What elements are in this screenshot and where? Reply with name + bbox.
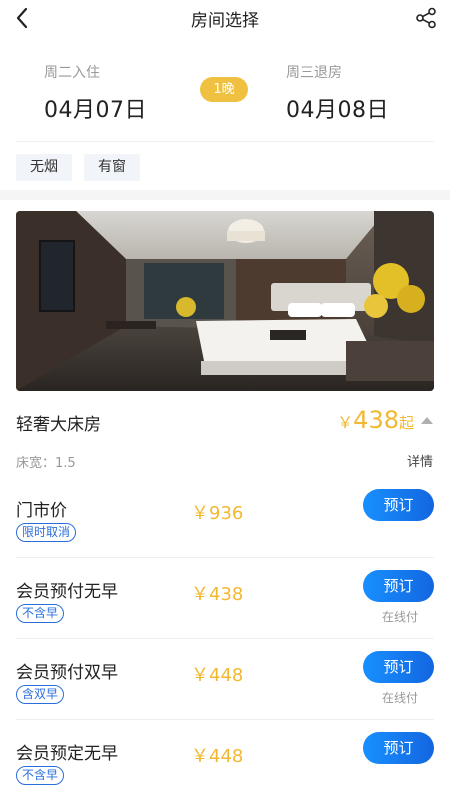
divider xyxy=(16,557,434,558)
rate-badge: 限时取消 xyxy=(16,523,77,542)
page-title: 房间选择 xyxy=(191,11,259,31)
payment-method: 在线付 xyxy=(381,610,418,624)
checkin-date[interactable]: 周二入住 04月07日 xyxy=(44,62,147,124)
filter-tag-window[interactable]: 有窗 xyxy=(84,154,140,181)
book-button[interactable]: 预订 xyxy=(363,651,434,683)
divider xyxy=(16,141,434,142)
collapse-caret-icon[interactable] xyxy=(421,417,433,424)
bed-width: 床宽：1.5 xyxy=(16,456,76,471)
details-link[interactable]: 详情 xyxy=(407,451,433,470)
section-divider xyxy=(0,190,450,200)
checkout-label: 周三退房 xyxy=(286,65,342,81)
room-price-value: 438 xyxy=(353,406,399,434)
room-price: ￥438起 xyxy=(337,406,414,434)
rate-name: 会员预付无早 xyxy=(16,582,118,602)
share-icon[interactable] xyxy=(412,4,440,32)
rate-name: 门市价 xyxy=(16,501,67,521)
checkin-value: 04月07日 xyxy=(44,98,147,123)
rate-name: 会员预付双早 xyxy=(16,663,118,683)
divider xyxy=(16,638,434,639)
rate-row: 会员预付双早 含双早 ￥448 预订 在线付 xyxy=(0,640,450,720)
date-selector[interactable]: 周二入住 04月07日 1晚 周三退房 04月08日 xyxy=(0,38,450,142)
checkout-value: 04月08日 xyxy=(286,98,389,123)
nav-bar: 房间选择 xyxy=(0,0,450,38)
rate-badge: 含双早 xyxy=(16,685,65,704)
rate-price: ￥936 xyxy=(191,503,244,524)
rate-row: 门市价 限时取消 ￥936 预订 xyxy=(0,478,450,558)
rate-price: ￥438 xyxy=(191,584,244,605)
room-name: 轻奢大床房 xyxy=(16,415,101,435)
rate-price: ￥448 xyxy=(191,665,244,686)
filter-tag-no-smoking[interactable]: 无烟 xyxy=(16,154,72,181)
room-price-currency: ￥ xyxy=(337,413,354,432)
filter-tags: 无烟 有窗 xyxy=(16,154,140,181)
divider xyxy=(16,719,434,720)
rate-name: 会员预定无早 xyxy=(16,744,118,764)
nights-badge: 1晚 xyxy=(200,77,248,102)
room-price-suffix: 起 xyxy=(398,414,414,432)
checkout-date[interactable]: 周三退房 04月08日 xyxy=(286,62,389,124)
checkin-label: 周二入住 xyxy=(44,65,100,81)
rate-badge: 不含早 xyxy=(16,766,65,785)
rate-row: 会员预定无早 不含早 ￥448 预订 xyxy=(0,721,450,800)
book-button[interactable]: 预订 xyxy=(363,489,434,521)
room-photo[interactable] xyxy=(16,211,434,391)
payment-method: 在线付 xyxy=(381,691,418,705)
book-button[interactable]: 预订 xyxy=(363,732,434,764)
rate-price: ￥448 xyxy=(191,746,244,767)
book-button[interactable]: 预订 xyxy=(363,570,434,602)
rate-badge: 不含早 xyxy=(16,604,65,623)
rate-row: 会员预付无早 不含早 ￥438 预订 在线付 xyxy=(0,559,450,639)
